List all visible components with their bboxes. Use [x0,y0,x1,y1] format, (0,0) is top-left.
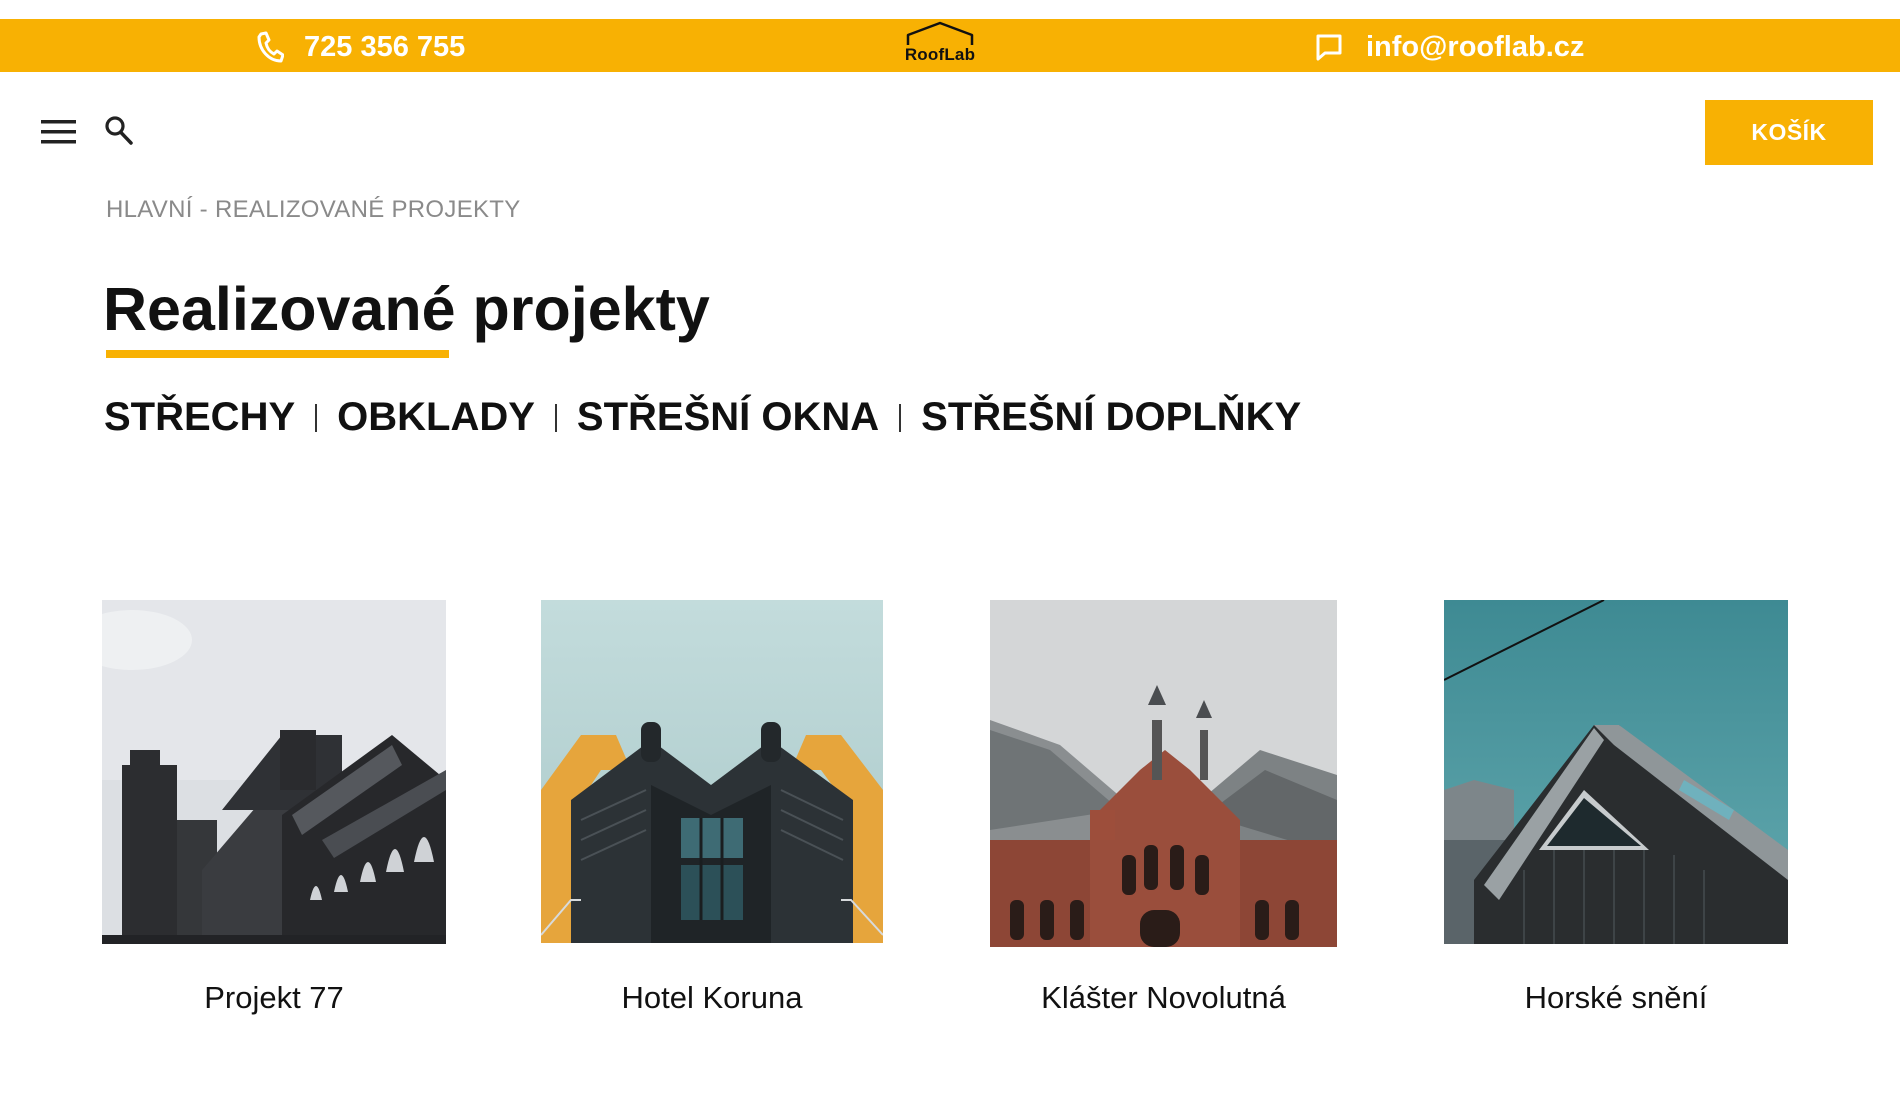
project-image[interactable] [1444,600,1788,944]
filter-divider [554,403,557,432]
title-underline [106,350,449,358]
breadcrumb: HLAVNÍ - REALIZOVANÉ PROJEKTY [106,196,521,224]
project-image[interactable] [102,600,446,944]
rooflab-logo[interactable]: RoofLab [898,21,982,71]
page-title: Realizované projekty [103,275,710,343]
project-card[interactable]: Horské snění [1444,600,1788,1015]
chat-icon [1314,32,1344,62]
project-card[interactable]: Klášter Novolutná [990,600,1337,1015]
category-filters: STŘECHY OBKLADY STŘEŠNÍ OKNA STŘEŠNÍ DOP… [104,395,1301,440]
search-icon[interactable] [104,115,134,147]
filter-divider [315,403,318,432]
phone-contact[interactable]: 725 356 755 [256,31,465,64]
top-strip [0,0,1900,19]
filter-divider [899,403,902,432]
project-title[interactable]: Klášter Novolutná [990,980,1337,1016]
filter-stresni-okna[interactable]: STŘEŠNÍ OKNA [577,395,879,440]
email-address[interactable]: info@rooflab.cz [1366,31,1584,64]
main-nav: KOŠÍK [0,72,1900,192]
filter-strechy[interactable]: STŘECHY [104,395,295,440]
project-title[interactable]: Projekt 77 [102,980,446,1016]
project-image[interactable] [990,600,1337,947]
project-title[interactable]: Hotel Koruna [541,980,883,1016]
breadcrumb-separator: - [192,196,215,223]
project-title[interactable]: Horské snění [1444,980,1788,1016]
logo-text: RoofLab [904,45,976,64]
filter-obklady[interactable]: OBKLADY [337,395,535,440]
filter-stresni-doplnky[interactable]: STŘEŠNÍ DOPLŇKY [921,395,1301,440]
email-contact[interactable]: info@rooflab.cz [1314,31,1584,64]
hamburger-menu-icon[interactable] [40,117,78,147]
phone-number[interactable]: 725 356 755 [304,31,465,64]
project-image[interactable] [541,600,883,943]
logo-roof-icon [906,21,974,45]
project-card[interactable]: Hotel Koruna [541,600,883,1015]
breadcrumb-current: REALIZOVANÉ PROJEKTY [214,196,521,223]
contact-bar: 725 356 755 RoofLab info@rooflab.cz [0,19,1900,72]
project-card[interactable]: Projekt 77 [102,600,446,1015]
phone-icon [256,31,284,63]
project-grid: Projekt 77 Hotel Koruna Klášter Novolutn… [0,600,1900,1030]
breadcrumb-home-link[interactable]: HLAVNÍ [106,196,193,223]
cart-button[interactable]: KOŠÍK [1705,100,1873,165]
